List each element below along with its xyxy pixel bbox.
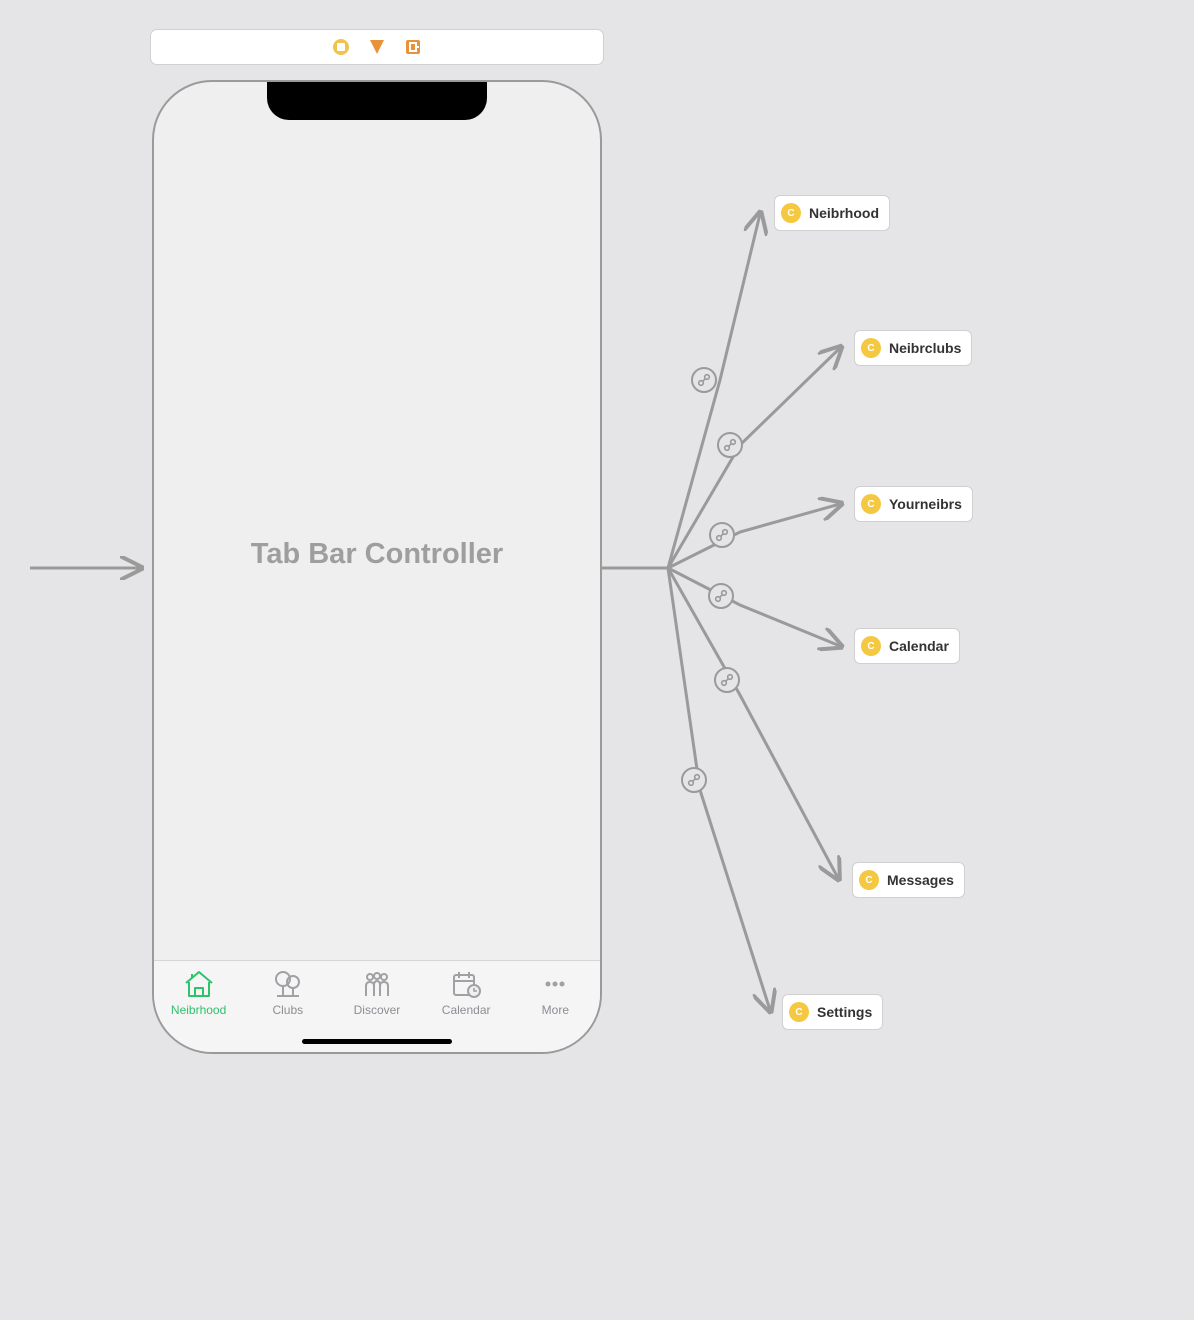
more-dots-icon bbox=[538, 969, 572, 999]
destination-settings[interactable]: C Settings bbox=[782, 994, 883, 1030]
home-indicator bbox=[302, 1039, 452, 1044]
chip-label: Neibrclubs bbox=[889, 340, 961, 356]
controller-circle-icon: C bbox=[781, 203, 801, 223]
tab-calendar[interactable]: Calendar bbox=[426, 969, 506, 1017]
controller-circle-icon: C bbox=[861, 636, 881, 656]
segue-node bbox=[681, 767, 707, 793]
destination-messages[interactable]: C Messages bbox=[852, 862, 965, 898]
first-responder-icon[interactable] bbox=[332, 38, 350, 56]
tab-neibrhood[interactable]: Neibrhood bbox=[159, 969, 239, 1017]
chip-label: Neibrhood bbox=[809, 205, 879, 221]
chip-label: Settings bbox=[817, 1004, 872, 1020]
tab-bar-controller-scene[interactable]: Tab Bar Controller Neibrhood Clubs bbox=[152, 80, 602, 1054]
house-icon bbox=[182, 969, 216, 999]
tree-icon bbox=[271, 969, 305, 999]
destination-calendar[interactable]: C Calendar bbox=[854, 628, 960, 664]
storyboard-ref-icon[interactable] bbox=[404, 38, 422, 56]
chip-label: Yourneibrs bbox=[889, 496, 962, 512]
tab-more[interactable]: More bbox=[515, 969, 595, 1017]
segue-node bbox=[717, 432, 743, 458]
tab-clubs[interactable]: Clubs bbox=[248, 969, 328, 1017]
segue-node bbox=[708, 583, 734, 609]
tab-label: More bbox=[542, 1003, 569, 1017]
destination-neibrclubs[interactable]: C Neibrclubs bbox=[854, 330, 972, 366]
segue-node bbox=[691, 367, 717, 393]
segue-node bbox=[709, 522, 735, 548]
chip-label: Calendar bbox=[889, 638, 949, 654]
destination-neibrhood[interactable]: C Neibrhood bbox=[774, 195, 890, 231]
tab-discover[interactable]: Discover bbox=[337, 969, 417, 1017]
controller-circle-icon: C bbox=[789, 1002, 809, 1022]
destination-yourneibrs[interactable]: C Yourneibrs bbox=[854, 486, 973, 522]
tab-label: Neibrhood bbox=[171, 1003, 226, 1017]
phone-notch bbox=[267, 80, 487, 120]
controller-circle-icon: C bbox=[861, 494, 881, 514]
scene-toolbar bbox=[150, 29, 604, 65]
segue-node bbox=[714, 667, 740, 693]
tab-label: Calendar bbox=[442, 1003, 491, 1017]
calendar-icon bbox=[449, 969, 483, 999]
controller-circle-icon: C bbox=[859, 870, 879, 890]
chip-label: Messages bbox=[887, 872, 954, 888]
controller-circle-icon: C bbox=[861, 338, 881, 358]
people-icon bbox=[360, 969, 394, 999]
tab-label: Discover bbox=[354, 1003, 401, 1017]
scene-title: Tab Bar Controller bbox=[154, 538, 600, 571]
tab-label: Clubs bbox=[272, 1003, 303, 1017]
exit-icon[interactable] bbox=[368, 38, 386, 56]
